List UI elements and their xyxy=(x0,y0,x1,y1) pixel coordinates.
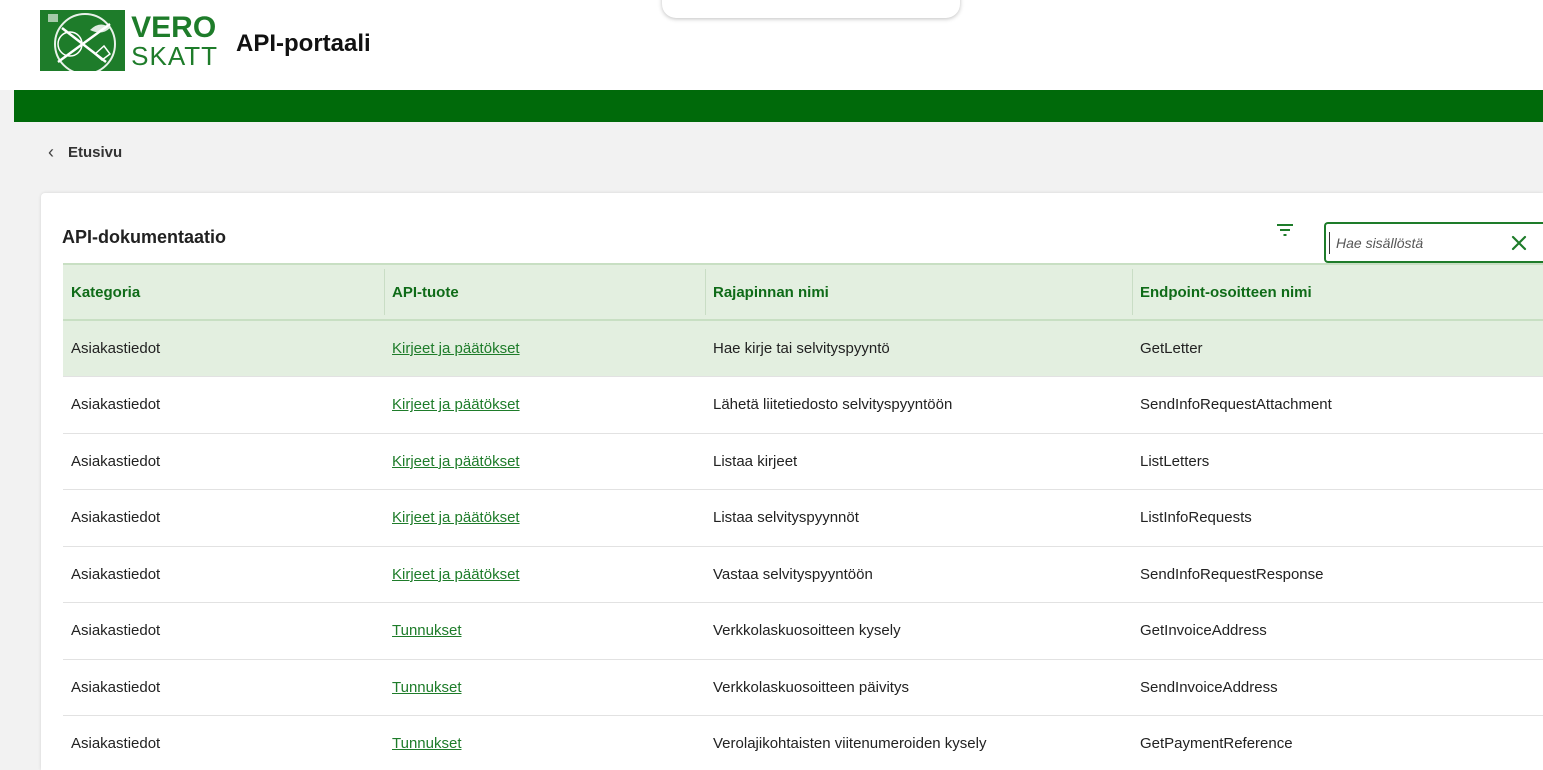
search-field xyxy=(1324,222,1543,263)
cell-endpoint: SendInfoRequestResponse xyxy=(1140,565,1324,583)
product-link[interactable]: Tunnukset xyxy=(392,679,462,696)
portal-title: API-portaali xyxy=(236,30,371,57)
cell-category: Asiakastiedot xyxy=(71,565,161,583)
table-row[interactable]: Asiakastiedot Kirjeet ja päätökset Vasta… xyxy=(63,546,1543,603)
cell-category: Asiakastiedot xyxy=(71,622,161,640)
api-documentation-card: API-dokumentaatio Kategoria API-tuote Ra… xyxy=(41,193,1543,770)
breadcrumb-back-link[interactable]: ‹ Etusivu xyxy=(48,142,122,163)
cell-category: Asiakastiedot xyxy=(71,452,161,470)
search-input[interactable] xyxy=(1329,231,1489,254)
cell-interface: Hae kirje tai selvityspyyntö xyxy=(713,340,890,357)
product-link[interactable]: Kirjeet ja päätökset xyxy=(392,509,520,526)
table-row[interactable]: Asiakastiedot Kirjeet ja päätökset Lähet… xyxy=(63,377,1543,433)
column-header-interface[interactable]: Rajapinnan nimi xyxy=(705,264,1132,320)
product-link[interactable]: Kirjeet ja päätökset xyxy=(392,340,520,357)
vero-skatt-logo[interactable]: VERO SKATT xyxy=(40,10,218,71)
table-header-row: Kategoria API-tuote Rajapinnan nimi Endp… xyxy=(63,264,1543,320)
cell-interface: Lähetä liitetiedosto selvityspyyntöön xyxy=(713,396,953,414)
table-row[interactable]: Asiakastiedot Tunnukset Verkkolaskuosoit… xyxy=(63,603,1543,659)
floating-toolbar xyxy=(662,0,960,18)
cell-endpoint: SendInfoRequestAttachment xyxy=(1140,396,1332,414)
cell-endpoint: SendInvoiceAddress xyxy=(1140,678,1278,696)
cell-interface: Verkkolaskuosoitteen kysely xyxy=(713,622,901,640)
cell-category: Asiakastiedot xyxy=(71,396,161,414)
column-header-category[interactable]: Kategoria xyxy=(63,264,384,320)
product-link[interactable]: Tunnukset xyxy=(392,735,462,752)
api-table: Kategoria API-tuote Rajapinnan nimi Endp… xyxy=(63,263,1543,770)
logo-wordmark: VERO SKATT xyxy=(125,10,218,71)
table-row[interactable]: Asiakastiedot Kirjeet ja päätökset Lista… xyxy=(63,490,1543,546)
chevron-left-icon: ‹ xyxy=(48,142,54,162)
close-icon[interactable] xyxy=(1508,232,1530,254)
cell-interface: Vastaa selvityspyyntöön xyxy=(713,565,873,583)
cell-category: Asiakastiedot xyxy=(71,340,161,357)
cell-endpoint: GetLetter xyxy=(1140,340,1203,357)
table-row[interactable]: Asiakastiedot Tunnukset Verolajikohtaist… xyxy=(63,716,1543,770)
product-link[interactable]: Kirjeet ja päätökset xyxy=(392,453,520,470)
cell-endpoint: ListInfoRequests xyxy=(1140,509,1252,527)
cell-category: Asiakastiedot xyxy=(71,678,161,696)
product-link[interactable]: Tunnukset xyxy=(392,622,462,639)
cell-interface: Listaa kirjeet xyxy=(713,452,798,470)
cell-category: Asiakastiedot xyxy=(71,509,161,527)
cell-endpoint: GetPaymentReference xyxy=(1140,735,1293,753)
column-header-product[interactable]: API-tuote xyxy=(384,264,705,320)
logo-skatt-text: SKATT xyxy=(131,40,218,71)
green-nav-bar xyxy=(14,90,1543,122)
breadcrumb-label: Etusivu xyxy=(68,144,123,161)
cell-category: Asiakastiedot xyxy=(71,735,161,753)
filter-icon[interactable] xyxy=(1273,221,1297,241)
cell-interface: Listaa selvityspyynnöt xyxy=(713,509,859,527)
product-link[interactable]: Kirjeet ja päätökset xyxy=(392,396,520,413)
product-link[interactable]: Kirjeet ja päätökset xyxy=(392,566,520,583)
table-row[interactable]: Asiakastiedot Kirjeet ja päätökset Hae k… xyxy=(63,320,1543,377)
cell-endpoint: ListLetters xyxy=(1140,452,1210,470)
table-row[interactable]: Asiakastiedot Kirjeet ja päätökset Lista… xyxy=(63,433,1543,490)
vero-emblem-icon xyxy=(40,10,126,71)
table-row[interactable]: Asiakastiedot Tunnukset Verkkolaskuosoit… xyxy=(63,659,1543,716)
logo-vero-text: VERO xyxy=(131,10,217,44)
card-title: API-dokumentaatio xyxy=(62,227,227,247)
column-header-endpoint[interactable]: Endpoint-osoitteen nimi xyxy=(1132,264,1543,320)
cell-endpoint: GetInvoiceAddress xyxy=(1140,622,1267,640)
cell-interface: Verkkolaskuosoitteen päivitys xyxy=(713,678,909,696)
cell-interface: Verolajikohtaisten viitenumeroiden kysel… xyxy=(713,735,987,753)
